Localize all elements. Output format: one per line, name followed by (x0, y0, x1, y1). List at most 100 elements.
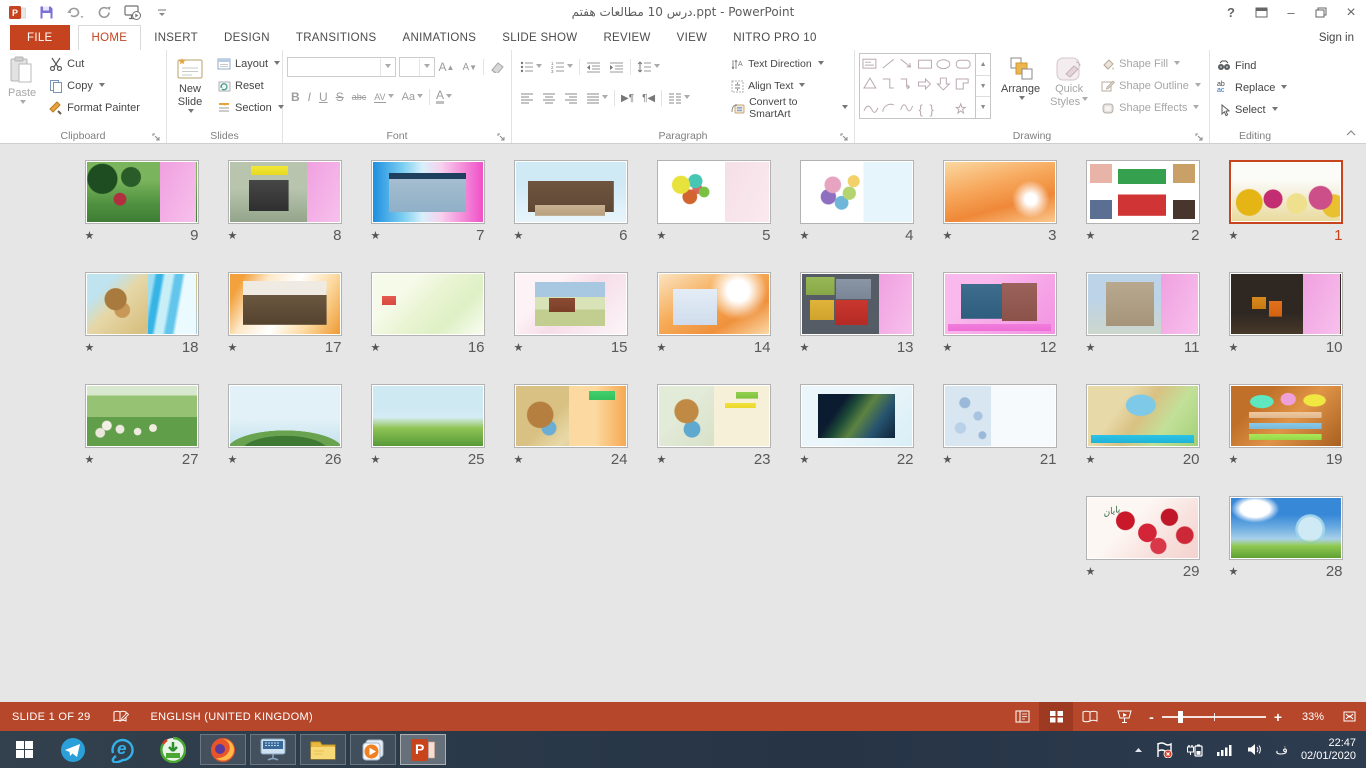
taskbar-file-explorer[interactable] (300, 734, 346, 765)
tray-expand-icon[interactable] (1134, 747, 1143, 753)
slide-thumbnail-14[interactable] (657, 272, 771, 336)
slide-thumbnail-26[interactable] (228, 384, 342, 448)
ribbon-display-options-button[interactable] (1246, 0, 1276, 25)
spell-check-icon[interactable] (113, 710, 129, 723)
fit-slide-to-window-button[interactable] (1332, 702, 1366, 731)
quick-styles-button[interactable]: Quick Styles (1046, 53, 1092, 123)
slide-thumbnail-16[interactable] (371, 272, 485, 336)
slide-thumbnail-2[interactable] (1086, 160, 1200, 224)
taskbar-clock[interactable]: 22:47 02/01/2020 (1301, 737, 1356, 763)
slide-thumbnail-4[interactable] (800, 160, 914, 224)
taskbar-idm[interactable] (150, 734, 196, 765)
new-slide-button[interactable]: New Slide (171, 53, 209, 123)
gallery-more-button[interactable]: ▼ (976, 97, 990, 118)
font-size-combo[interactable] (399, 57, 434, 77)
select-button[interactable]: Select (1214, 99, 1297, 121)
slide-thumbnail-12[interactable] (943, 272, 1057, 336)
slide-thumbnail-23[interactable] (657, 384, 771, 448)
slide-thumbnail-11[interactable] (1086, 272, 1200, 336)
tab-review[interactable]: REVIEW (590, 25, 663, 50)
format-painter-button[interactable]: Format Painter (46, 97, 143, 119)
input-language-indicator[interactable]: ف (1275, 743, 1287, 757)
language-indicator[interactable]: ENGLISH (UNITED KINGDOM) (151, 711, 313, 723)
slide-thumbnail-9[interactable] (85, 160, 199, 224)
taskbar-firefox[interactable] (200, 734, 246, 765)
slide-sorter-view-button[interactable] (1039, 702, 1073, 731)
slide-thumbnail-19[interactable] (1229, 384, 1343, 448)
font-name-combo[interactable] (287, 57, 396, 77)
italic-button[interactable]: I (304, 86, 315, 108)
close-button[interactable]: × (1336, 0, 1366, 25)
slide-thumbnail-22[interactable] (800, 384, 914, 448)
font-color-button[interactable]: A (432, 86, 456, 108)
shape-outline-button[interactable]: Shape Outline (1098, 75, 1204, 97)
increase-indent-button[interactable] (605, 56, 628, 78)
tab-nitro-pro[interactable]: NITRO PRO 10 (720, 25, 829, 50)
start-from-beginning-icon[interactable] (123, 3, 143, 23)
slide-thumbnail-28[interactable] (1229, 496, 1343, 560)
sign-in-link[interactable]: Sign in (1319, 25, 1354, 50)
slide-thumbnail-27[interactable] (85, 384, 199, 448)
slide-thumbnail-3[interactable] (943, 160, 1057, 224)
reading-view-button[interactable] (1073, 702, 1107, 731)
slide-thumbnail-25[interactable] (371, 384, 485, 448)
gallery-down-arrow[interactable]: ▼ (976, 76, 990, 98)
shapes-gallery[interactable]: { } ▲ ▼ ▼ (859, 53, 991, 119)
decrease-indent-button[interactable] (582, 56, 605, 78)
tab-view[interactable]: VIEW (664, 25, 721, 50)
align-text-button[interactable]: Align Text (728, 75, 851, 97)
slide-thumbnail-29[interactable]: پایان (1086, 496, 1200, 560)
slide-thumbnail-20[interactable] (1086, 384, 1200, 448)
slide-thumbnail-13[interactable] (800, 272, 914, 336)
cut-button[interactable]: Cut (46, 53, 143, 75)
power-battery-icon[interactable] (1186, 743, 1204, 757)
slide-thumbnail-24[interactable] (514, 384, 628, 448)
slide-thumbnail-10[interactable] (1229, 272, 1343, 336)
copy-button[interactable]: Copy (46, 75, 143, 97)
collapse-ribbon-button[interactable] (1344, 127, 1358, 139)
clear-formatting-button[interactable] (486, 56, 508, 78)
clipboard-dialog-launcher[interactable] (152, 130, 163, 141)
volume-icon[interactable] (1247, 743, 1262, 756)
align-right-button[interactable] (560, 87, 582, 109)
justify-button[interactable] (582, 87, 612, 109)
font-dialog-launcher[interactable] (497, 130, 508, 141)
taskbar-media-player[interactable] (350, 734, 396, 765)
align-center-button[interactable] (538, 87, 560, 109)
slide-thumbnail-8[interactable] (228, 160, 342, 224)
convert-to-smartart-button[interactable]: Convert to SmartArt (728, 97, 851, 119)
slide-thumbnail-7[interactable] (371, 160, 485, 224)
gallery-up-arrow[interactable]: ▲ (976, 54, 990, 76)
zoom-out-button[interactable]: - (1149, 709, 1154, 725)
tab-home[interactable]: HOME (78, 25, 142, 50)
text-shadow-button[interactable]: abc (348, 86, 371, 108)
underline-button[interactable]: U (315, 86, 332, 108)
slide-thumbnail-21[interactable] (943, 384, 1057, 448)
layout-button[interactable]: Layout (214, 53, 287, 75)
tab-transitions[interactable]: TRANSITIONS (283, 25, 390, 50)
reset-button[interactable]: Reset (214, 75, 287, 97)
slide-thumbnail-6[interactable] (514, 160, 628, 224)
slide-thumbnail-18[interactable] (85, 272, 199, 336)
zoom-slider[interactable] (1162, 716, 1266, 718)
line-spacing-button[interactable] (633, 56, 664, 78)
arrange-button[interactable]: Arrange (997, 53, 1044, 123)
find-button[interactable]: Find (1214, 55, 1297, 77)
save-icon[interactable] (36, 3, 56, 23)
slide-thumbnail-5[interactable] (657, 160, 771, 224)
align-left-button[interactable] (516, 87, 538, 109)
shapes-gallery-scrollbar[interactable]: ▲ ▼ ▼ (975, 54, 990, 118)
bold-button[interactable]: B (287, 86, 304, 108)
zoom-slider-thumb[interactable] (1178, 711, 1183, 723)
drawing-dialog-launcher[interactable] (1195, 130, 1206, 141)
redo-icon[interactable] (94, 3, 114, 23)
slide-thumbnail-1[interactable] (1229, 160, 1343, 224)
section-button[interactable]: Section (214, 97, 287, 119)
minimize-button[interactable]: – (1276, 0, 1306, 25)
start-button[interactable] (0, 731, 48, 768)
tab-file[interactable]: FILE (10, 25, 70, 50)
normal-view-button[interactable] (1005, 702, 1039, 731)
paragraph-dialog-launcher[interactable] (840, 130, 851, 141)
network-signal-icon[interactable] (1217, 743, 1234, 756)
undo-icon[interactable] (65, 3, 85, 23)
